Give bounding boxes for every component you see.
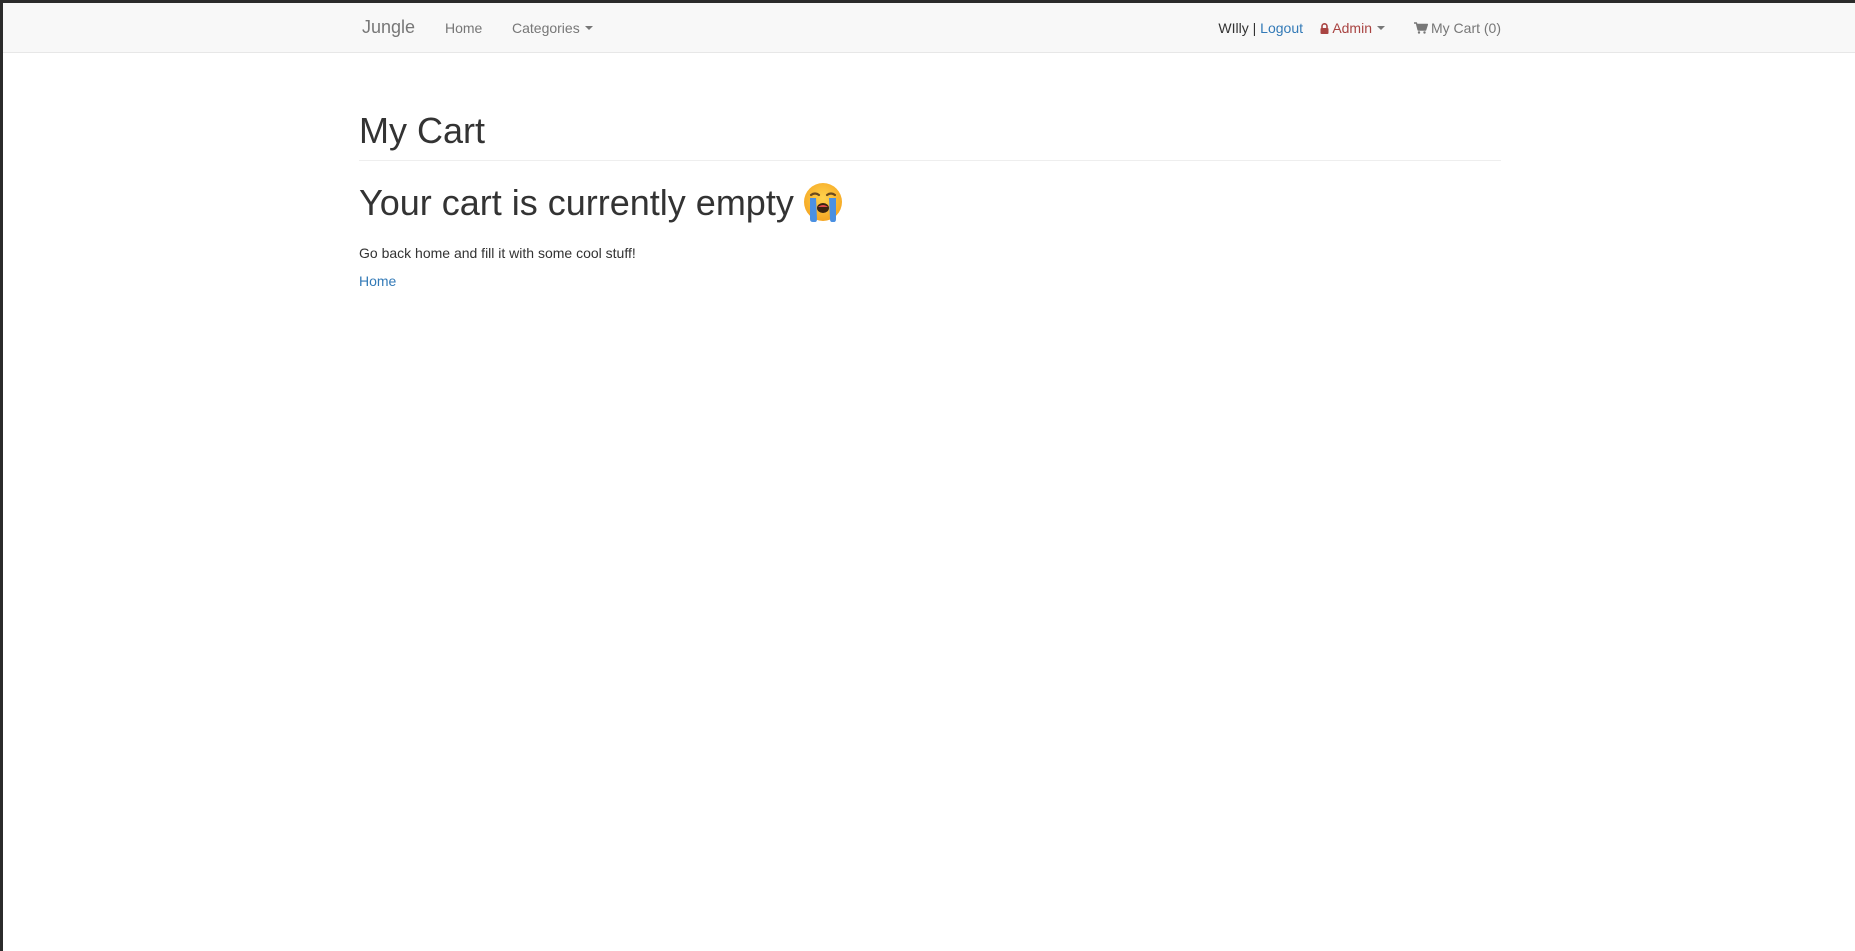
empty-cart-text: Your cart is currently empty	[359, 181, 794, 223]
caret-down-icon	[584, 26, 593, 31]
my-cart-link[interactable]: My Cart (0)	[1414, 20, 1501, 37]
navbar-container: Jungle Home Categories WIlly | Logout Ad…	[359, 3, 1501, 53]
nav-categories-dropdown[interactable]: Categories	[512, 20, 593, 36]
nav-home-link[interactable]: Home	[445, 20, 482, 36]
shopping-cart-icon	[1414, 21, 1429, 37]
home-link[interactable]: Home	[359, 273, 396, 289]
page-header: My Cart	[359, 111, 1501, 161]
categories-label: Categories	[512, 20, 580, 36]
empty-cart-heading: Your cart is currently empty	[359, 181, 1501, 231]
my-cart-label: My Cart (0)	[1431, 20, 1501, 36]
main-content: My Cart Your cart is currently empty Go …	[359, 53, 1501, 291]
page-title: My Cart	[359, 110, 485, 151]
logout-link[interactable]: Logout	[1260, 20, 1303, 36]
loudly-crying-face-icon	[802, 181, 844, 231]
brand-link[interactable]: Jungle	[362, 17, 415, 38]
empty-cart-message: Go back home and fill it with some cool …	[359, 245, 636, 262]
caret-down-icon	[1377, 26, 1385, 31]
lock-icon	[1320, 21, 1329, 37]
admin-dropdown[interactable]: Admin	[1320, 20, 1385, 37]
top-navbar: Jungle Home Categories WIlly | Logout Ad…	[3, 3, 1855, 53]
user-info: WIlly | Logout	[1218, 20, 1303, 36]
user-name: WIlly	[1218, 20, 1249, 36]
admin-label: Admin	[1332, 20, 1372, 36]
browser-viewport: Jungle Home Categories WIlly | Logout Ad…	[3, 3, 1855, 951]
user-separator: |	[1252, 20, 1257, 36]
